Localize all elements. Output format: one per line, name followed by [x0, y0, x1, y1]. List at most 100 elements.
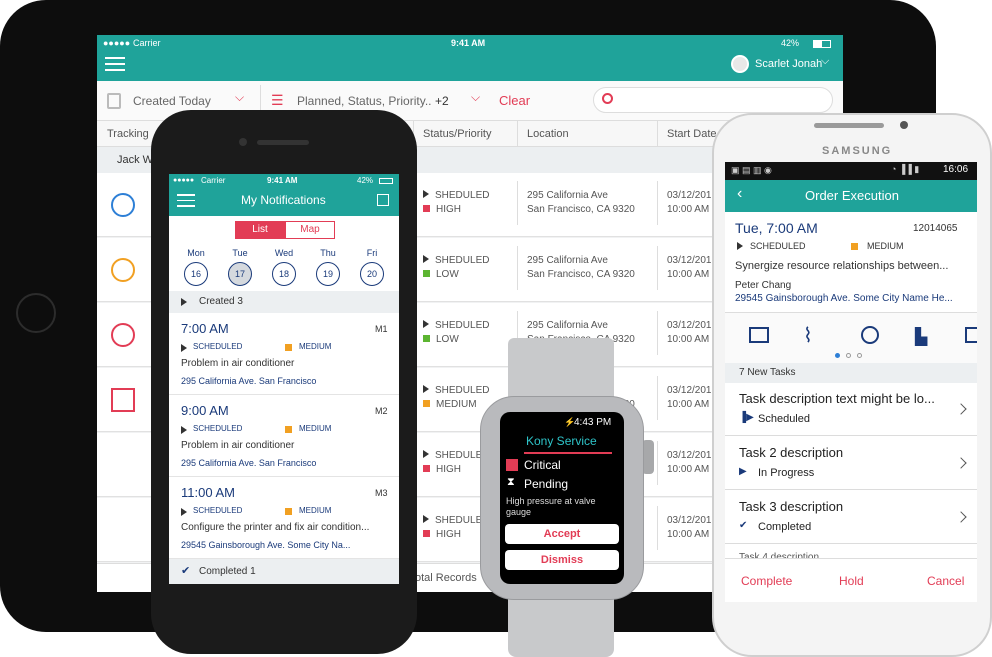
hamburger-menu-icon[interactable]	[177, 194, 195, 207]
divider	[517, 246, 518, 290]
item-address: 29545 Gainsborough Ave. Some City Na...	[181, 540, 351, 550]
priority-cell: HIGH	[423, 463, 461, 477]
created-group-header[interactable]: Created 3	[169, 291, 399, 313]
sliders-icon[interactable]: ☰	[271, 92, 284, 109]
critical-square-icon	[506, 459, 518, 471]
alert-clock-icon	[111, 388, 135, 412]
timer-icon[interactable]	[861, 326, 879, 344]
col-location[interactable]: Location	[527, 128, 569, 140]
item-time: 11:00 AM	[181, 485, 235, 500]
day-number[interactable]: 17	[228, 262, 252, 286]
user-name[interactable]: Scarlet Jonah	[755, 58, 822, 70]
divider	[524, 452, 612, 454]
status-triangle-icon	[423, 190, 429, 198]
priority-text: HIGH	[436, 529, 461, 540]
hold-button[interactable]: Hold	[839, 574, 864, 588]
task-title: Task 2 description	[739, 445, 844, 460]
status-triangle-icon	[423, 385, 429, 393]
tab-list[interactable]: List	[235, 221, 285, 239]
tasks-count: 7 New Tasks	[739, 367, 796, 378]
search-input[interactable]	[593, 87, 833, 113]
start-date: 03/12/201	[667, 385, 712, 396]
chevron-down-icon[interactable]: ⌵	[821, 55, 829, 68]
samsung-app-bar: ‹ Order Execution	[725, 180, 977, 212]
priority-square-icon	[423, 270, 430, 277]
state-label: Pending	[524, 477, 569, 491]
watch-clock: 4:43 PM	[574, 417, 612, 428]
watch-band	[508, 598, 614, 657]
divider	[657, 376, 658, 420]
status-filter[interactable]: Planned, Status, Priority..	[297, 94, 432, 108]
priority-square-icon	[285, 426, 292, 433]
cancel-button[interactable]: Cancel	[927, 574, 964, 588]
bottom-action-bar: Complete Hold Cancel	[725, 558, 977, 602]
clear-button[interactable]: Clear	[499, 93, 530, 108]
chevron-down-icon[interactable]: ⌵	[235, 90, 244, 105]
status-badge: SCHEDULED	[750, 241, 806, 251]
priority-square-icon	[851, 243, 858, 250]
notification-item[interactable]: 11:00 AM M3 SCHEDULED MEDIUM Configure the p…	[169, 477, 399, 559]
divider	[517, 121, 518, 147]
status-triangle-icon	[737, 242, 743, 250]
complete-button[interactable]: Complete	[741, 574, 792, 588]
paperclip-icon[interactable]: ⌇	[803, 323, 813, 348]
copy-icon[interactable]	[377, 194, 389, 206]
samsung-screen: ▣ ▤ ▥ ◉ ◔ ▐▐ ▮ 16:06 ‹ Order Execution T…	[725, 162, 977, 602]
priority-text: HIGH	[436, 204, 461, 215]
page-dot-active[interactable]	[835, 353, 840, 358]
clock-icon	[111, 193, 135, 217]
page-dot[interactable]	[846, 353, 851, 358]
accept-button[interactable]: Accept	[505, 524, 619, 544]
start-time: 10:00 AM	[667, 464, 710, 475]
back-arrow-icon[interactable]: ‹	[737, 185, 742, 203]
start-date: 03/12/201	[667, 255, 712, 266]
severity-label: Critical	[524, 458, 561, 472]
start-date: 03/12/201	[667, 450, 712, 461]
day-number[interactable]: 18	[272, 262, 296, 286]
battery-percent: 42%	[781, 38, 800, 48]
page-dot[interactable]	[857, 353, 862, 358]
hourglass-icon: ⧗	[507, 476, 515, 488]
ipad-home-button[interactable]	[16, 293, 56, 333]
priority-text: LOW	[436, 269, 459, 280]
image-icon[interactable]	[965, 327, 977, 343]
group-label: Jack W	[117, 154, 154, 166]
col-start-date[interactable]: Start Date	[667, 128, 717, 140]
completed-group-header[interactable]: ✔ Completed 1	[169, 559, 399, 584]
tab-map[interactable]: Map	[285, 221, 335, 239]
col-tracking[interactable]: Tracking	[107, 128, 149, 140]
notification-item[interactable]: 9:00 AM M2 SCHEDULED MEDIUM Problem in air c…	[169, 395, 399, 477]
chevron-down-icon[interactable]: ⌵	[471, 90, 480, 105]
notification-icons: ▣ ▤ ▥ ◉	[731, 165, 772, 175]
col-status-priority[interactable]: Status/Priority	[423, 128, 491, 140]
task-row[interactable]: Task 3 description ✔ Completed	[725, 491, 977, 544]
status-triangle-icon	[181, 508, 187, 516]
tasks-header: 7 New Tasks	[725, 363, 977, 383]
day-number[interactable]: 16	[184, 262, 208, 286]
bed-icon[interactable]: ▙	[915, 327, 927, 347]
order-description: Synergize resource relationships between…	[735, 260, 949, 272]
battery-icon	[813, 40, 831, 48]
day-number[interactable]: 20	[360, 262, 384, 286]
item-priority: MEDIUM	[299, 424, 332, 433]
document-icon[interactable]	[749, 327, 769, 343]
completed-count: Completed 1	[199, 566, 256, 577]
status-text: SHEDULED	[435, 190, 490, 201]
task-state: Scheduled	[758, 413, 810, 425]
day-number[interactable]: 19	[316, 262, 340, 286]
earpiece	[814, 123, 884, 128]
task-row[interactable]: Task 2 description ▶ In Progress	[725, 437, 977, 490]
item-code: M2	[375, 406, 388, 416]
divider	[657, 506, 658, 550]
user-avatar[interactable]	[731, 55, 749, 73]
chevron-right-icon	[955, 403, 967, 415]
ipad-clock: 9:41 AM	[451, 38, 486, 48]
hamburger-menu-icon[interactable]	[105, 57, 125, 71]
dismiss-button[interactable]: Dismiss	[505, 550, 619, 570]
task-row[interactable]: Task description text might be lo... ▐▶ Sc…	[725, 383, 977, 436]
created-filter[interactable]: Created Today	[133, 94, 211, 108]
notification-item[interactable]: 7:00 AM M1 SCHEDULED MEDIUM Problem in air c…	[169, 313, 399, 395]
start-date: 03/12/201	[667, 515, 712, 526]
signal-dots: ●●●●●	[103, 38, 131, 48]
priority-square-icon	[423, 530, 430, 537]
